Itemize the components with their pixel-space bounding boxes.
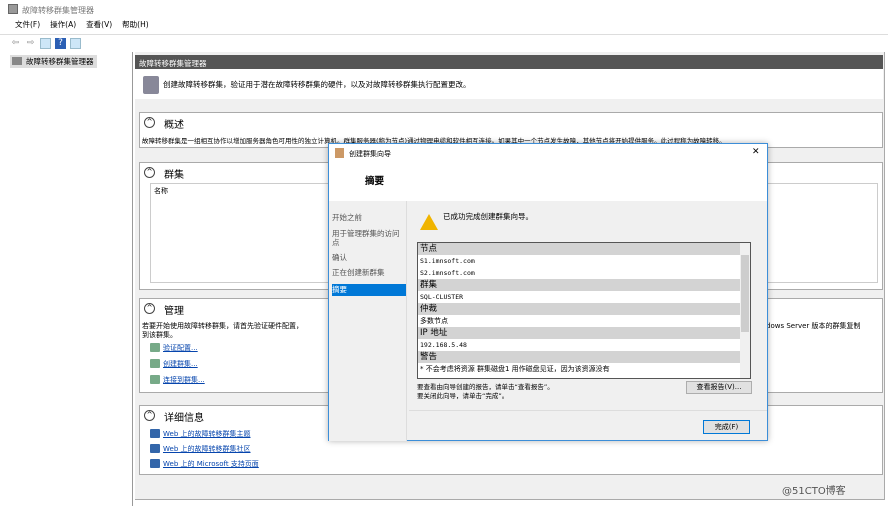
create-cluster-wizard: 创建群集向导 ✕ 摘要 开始之前 用于管理群集的访问点 确认 正在创建新群集 摘…: [328, 143, 768, 441]
collapse-icon[interactable]: ^: [144, 303, 155, 314]
show-tree-icon[interactable]: [40, 37, 51, 49]
list-header: 群集: [418, 279, 750, 291]
list-item: S2.imnsoft.com: [420, 269, 475, 277]
menu-action[interactable]: 操作(A): [50, 19, 76, 32]
forward-icon[interactable]: ⇨: [25, 38, 36, 49]
title-bar: 故障转移群集管理器: [0, 0, 888, 18]
intro: 创建故障转移群集，验证用于潜在故障转移群集的硬件，以及对故障转移群集执行配置更改…: [135, 69, 883, 99]
globe-icon: [150, 459, 160, 468]
scrollbar[interactable]: [740, 243, 750, 378]
hint-text: 要关闭此向导，请单击“完成”。: [417, 392, 509, 400]
web-link[interactable]: Web 上的 Microsoft 支持页面: [150, 459, 259, 469]
warning-icon: [420, 214, 438, 230]
dialog-title: 创建群集向导: [349, 150, 391, 158]
wizard-icon: [335, 148, 344, 158]
collapse-icon[interactable]: ^: [144, 410, 155, 421]
create-cluster-icon: [150, 359, 160, 368]
wizard-nav: 开始之前 用于管理群集的访问点 确认 正在创建新群集 摘要: [329, 201, 407, 441]
menu-help[interactable]: 帮助(H): [122, 19, 149, 32]
link-label: 创建群集...: [163, 360, 198, 368]
list-header: 警告: [418, 351, 750, 363]
cluster-icon: [12, 57, 22, 65]
nav-step: 用于管理群集的访问点: [332, 229, 400, 247]
pane-header: 故障转移群集管理器: [135, 55, 883, 69]
tree-pane: 故障转移群集管理器: [0, 52, 133, 506]
menu-file[interactable]: 文件(F): [15, 19, 40, 32]
create-cluster-link[interactable]: 创建群集...: [150, 359, 198, 369]
link-label: Web 上的故障转移群集主题: [163, 430, 251, 438]
summary-list[interactable]: 节点 S1.imnsoft.com S2.imnsoft.com 群集 SQL-…: [417, 242, 751, 379]
intro-text: 创建故障转移群集，验证用于潜在故障转移群集的硬件，以及对故障转移群集执行配置更改…: [163, 80, 471, 89]
manage-text: dows Server 版本的群集复制: [766, 322, 861, 330]
divider: [409, 410, 767, 411]
menu-bar: 文件(F) 操作(A) 查看(V) 帮助(H): [0, 19, 149, 32]
collapse-icon[interactable]: ^: [144, 117, 155, 128]
wizard-header: 创建群集向导 ✕ 摘要: [329, 144, 767, 201]
section-title: 概述: [164, 120, 184, 131]
scrollbar-thumb[interactable]: [741, 255, 749, 332]
list-item: 多数节点: [420, 317, 448, 325]
link-label: Web 上的故障转移群集社区: [163, 445, 251, 453]
close-button[interactable]: ✕: [752, 147, 760, 157]
list-header: IP 地址: [418, 327, 750, 339]
wizard-heading: 摘要: [365, 176, 385, 187]
menu-view[interactable]: 查看(V): [86, 19, 112, 32]
nav-step: 正在创建新群集: [332, 268, 385, 277]
connect-icon: [150, 375, 160, 384]
connect-cluster-link[interactable]: 连接到群集...: [150, 375, 205, 385]
validate-icon: [150, 343, 160, 352]
list-item: S1.imnsoft.com: [420, 257, 475, 265]
section-title: 管理: [164, 306, 184, 317]
link-label: 连接到群集...: [163, 376, 205, 384]
list-item: * 不会考虑将资源 群集磁盘1 用作磁盘见证，因为该资源没有: [420, 365, 610, 373]
help-icon[interactable]: ?: [55, 37, 66, 49]
toolbar: ⇦ ⇨ ?: [0, 34, 888, 51]
list-header: 仲裁: [418, 303, 750, 315]
column-header-name[interactable]: 名称: [154, 186, 168, 196]
globe-icon: [150, 429, 160, 438]
tree-item-root[interactable]: 故障转移群集管理器: [10, 55, 97, 68]
list-item: 192.168.5.48: [420, 341, 467, 349]
link-label: Web 上的 Microsoft 支持页面: [163, 460, 259, 468]
web-link[interactable]: Web 上的故障转移群集社区: [150, 444, 251, 454]
back-icon[interactable]: ⇦: [10, 38, 21, 49]
watermark: @51CTO博客: [782, 486, 846, 497]
finish-button[interactable]: 完成(F): [703, 420, 750, 434]
collapse-icon[interactable]: ^: [144, 167, 155, 178]
view-report-button[interactable]: 查看报告(V)...: [686, 381, 752, 394]
cluster-icon: [143, 76, 159, 94]
validate-config-link[interactable]: 验证配置...: [150, 343, 198, 353]
list-item: SQL-CLUSTER: [420, 293, 464, 301]
show-action-pane-icon[interactable]: [70, 37, 81, 49]
app-icon: [8, 4, 18, 14]
section-title: 详细信息: [164, 413, 204, 424]
link-label: 验证配置...: [163, 344, 198, 352]
window-title: 故障转移群集管理器: [22, 6, 94, 15]
list-header: 节点: [418, 243, 750, 255]
manage-text: 到该群集。: [142, 331, 177, 339]
nav-step: 确认: [332, 253, 347, 262]
nav-step: 开始之前: [332, 213, 362, 222]
nav-step-current: 摘要: [332, 284, 406, 296]
result-message: 已成功完成创建群集向导。: [443, 212, 533, 221]
tree-item-label: 故障转移群集管理器: [26, 57, 94, 66]
section-title: 群集: [164, 170, 184, 181]
globe-icon: [150, 444, 160, 453]
web-link[interactable]: Web 上的故障转移群集主题: [150, 429, 251, 439]
